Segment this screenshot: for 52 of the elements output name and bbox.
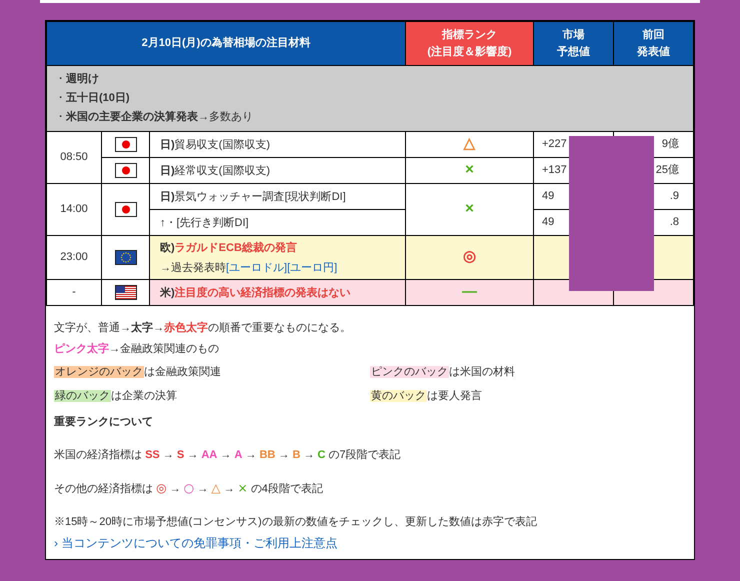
link[interactable]: [ユーロ円] [287,258,338,278]
market-value: +227 [542,138,567,150]
legend-text: 文字が、普通→太字→赤色太字の順番で重要なものになる。 [54,320,352,336]
previous-value: .8 [670,216,679,228]
disclaimer-link[interactable]: › 当コンテンツについての免罪事項・ご利用上注意点 [54,534,686,552]
rank-mark: △ [464,135,476,152]
link[interactable]: [ユーロドル] [226,258,288,278]
event-name: 米)注目度の高い経済指標の発表はない [160,286,352,300]
table-header: 前回 [642,28,666,43]
rank-mark: × [465,200,474,218]
event-name: 日)貿易収支(国際収支) [160,138,271,152]
note-text: ・米国の主要企業の決算発表→多数あり [55,110,254,125]
legend-text: オレンジのバック は金融政策関連 [54,365,222,380]
rank-legend-text: その他の経済指標は ◎ → ○ → △ → × の4段階で表記 [54,480,324,497]
time-cell: - [46,280,102,306]
previous-value: 9億 [662,138,679,150]
note-text: ・五十日(10日) [55,90,131,106]
note-text: ・週明け [55,72,100,87]
legend-text: ピンクのバック は米国の材料 [370,365,516,380]
footnote-text: ※15時～20時に市場予想値(コンセンサス)の最新の数値をチェックし、更新した数値は赤字で表記 [54,514,538,530]
legend-text: 黄のバック は要人発言 [370,388,483,404]
time-cell: 23:00 [46,236,102,280]
time-cell: 08:50 [46,132,102,184]
table-header: 市場 [562,28,586,43]
time-cell: 14:00 [46,184,102,236]
previous-value: 25億 [656,164,679,176]
market-value: 49 [542,216,554,228]
rank-mark: ◎ [463,248,476,266]
table-header: 2月10日(月)の為替相場の注目材料 [46,22,406,66]
previous-value: .9 [670,190,679,202]
event-name: 欧)ラガルドECB総裁の発言 [160,240,298,256]
legend-text: 緑のバック は企業の決算 [54,388,178,404]
table-header: (注目度＆影響度) [426,44,513,60]
market-value: 49 [542,190,554,202]
rank-legend-text: 米国の経済指標は SS → S → AA → A → BB → B → C の7段階で表記 [54,448,402,462]
table-header: 発表値 [636,44,671,60]
market-value: +137 [542,164,567,176]
section-title: 重要ランクについて [54,414,154,430]
flag-icon [114,136,136,152]
flag-icon [114,250,136,265]
event-note: →過去発表時 [160,260,226,276]
flag-icon [114,162,136,178]
legend-text: ピンク太字→金融政策関連のもの [54,342,220,357]
rank-mark: — [462,283,477,300]
table-header: 指標ランク [440,28,498,43]
event-name: 日)経常収支(国際収支) [160,164,271,178]
flag-icon [114,284,136,300]
rank-mark: × [465,161,474,178]
event-name: ↑・[先行き判断DI] [160,216,250,230]
table-header: 予想値 [556,44,591,60]
event-name: 日)景気ウォッチャー調査[現状判断DI] [160,190,347,204]
flag-icon [114,202,136,217]
